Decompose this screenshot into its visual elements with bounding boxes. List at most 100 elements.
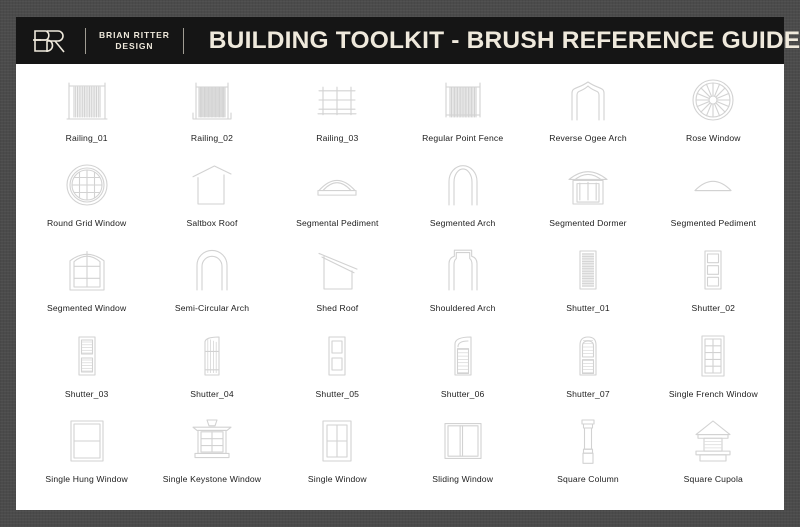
brush-item-label: Single Window bbox=[307, 473, 367, 484]
segmented-window-icon bbox=[24, 244, 149, 296]
segmental-pediment-icon bbox=[275, 159, 400, 211]
brush-item[interactable]: Shutter_02 bbox=[651, 244, 776, 329]
brush-item[interactable]: Shutter_01 bbox=[525, 244, 650, 329]
brush-item[interactable]: Segmented Pediment bbox=[651, 159, 776, 244]
header-divider-right bbox=[182, 27, 184, 54]
shutter-04-icon bbox=[149, 330, 274, 382]
segmented-dormer-icon bbox=[525, 159, 650, 211]
shutter-02-icon bbox=[651, 244, 776, 296]
brush-item[interactable]: Square Column bbox=[525, 415, 650, 500]
brush-item-label: Segmented Pediment bbox=[670, 218, 756, 229]
brush-item-label: Railing_02 bbox=[190, 133, 234, 143]
brush-item[interactable]: Shutter_03 bbox=[24, 330, 149, 415]
brush-item-label: Round Grid Window bbox=[46, 218, 127, 229]
single-french-window-icon bbox=[651, 330, 776, 382]
header-divider-left bbox=[85, 27, 86, 54]
brush-item[interactable]: Saltbox Roof bbox=[149, 159, 274, 244]
brush-item-label: Shutter_01 bbox=[566, 303, 610, 314]
brand-line-1: BRIAN RITTER bbox=[99, 29, 170, 40]
brush-item[interactable]: Shouldered Arch bbox=[400, 244, 525, 329]
brush-item[interactable]: Sliding Window bbox=[400, 415, 525, 500]
regular-point-fence-icon bbox=[400, 74, 525, 126]
brush-item-label: Sliding Window bbox=[432, 473, 494, 484]
single-hung-window-icon bbox=[24, 415, 149, 467]
shutter-03-icon bbox=[24, 330, 149, 382]
brush-item[interactable]: Shed Roof bbox=[275, 244, 400, 329]
brush-item-label: Railing_03 bbox=[316, 133, 359, 143]
brush-item[interactable]: Regular Point Fence bbox=[400, 74, 525, 159]
brush-item[interactable]: Segmented Dormer bbox=[525, 159, 650, 244]
brand-name: BRIAN RITTER DESIGN bbox=[99, 30, 170, 52]
brush-item[interactable]: Shutter_05 bbox=[275, 330, 400, 415]
brush-item[interactable]: Railing_03 bbox=[275, 74, 400, 159]
brush-item[interactable]: Shutter_06 bbox=[400, 330, 525, 415]
brush-item-label: Saltbox Roof bbox=[186, 218, 238, 229]
shed-roof-icon bbox=[275, 244, 400, 296]
brush-item[interactable]: Single Hung Window bbox=[24, 415, 149, 500]
header-bar: BRIAN RITTER DESIGN BUILDING TOOLKIT - B… bbox=[16, 17, 800, 64]
brush-item[interactable]: Single Keystone Window bbox=[149, 415, 274, 500]
brush-item-label: Shutter_07 bbox=[566, 388, 610, 399]
brush-item[interactable]: Railing_01 bbox=[24, 74, 149, 159]
shutter-01-icon bbox=[525, 244, 650, 296]
brush-item[interactable]: Single French Window bbox=[651, 330, 776, 415]
single-window-icon bbox=[275, 415, 400, 467]
brush-item-label: Single French Window bbox=[668, 388, 758, 399]
brush-item[interactable]: Shutter_07 bbox=[525, 330, 650, 415]
brush-item-label: Shutter_04 bbox=[190, 388, 234, 399]
brush-item-label: Shutter_05 bbox=[315, 388, 360, 399]
square-column-icon bbox=[525, 415, 650, 467]
brush-grid: Railing_01 Railing_02 Railing_03 Regular… bbox=[16, 64, 784, 500]
brush-item-label: Reverse Ogee Arch bbox=[549, 133, 627, 143]
brush-item[interactable]: Reverse Ogee Arch bbox=[525, 74, 650, 159]
brush-item-label: Segmented Window bbox=[47, 303, 127, 314]
brush-item-label: Segmented Dormer bbox=[549, 218, 627, 229]
railing-03-icon bbox=[275, 74, 400, 126]
brush-item-label: Railing_01 bbox=[65, 133, 108, 143]
square-cupola-icon bbox=[651, 415, 776, 467]
rose-window-icon bbox=[651, 74, 776, 126]
brush-item-label: Single Keystone Window bbox=[162, 473, 262, 484]
single-keystone-window-icon bbox=[149, 415, 274, 467]
brush-item[interactable]: Segmented Window bbox=[24, 244, 149, 329]
brush-item-label: Shutter_03 bbox=[64, 388, 109, 399]
brush-item-label: Shutter_06 bbox=[440, 388, 485, 399]
segmented-pediment-icon bbox=[651, 159, 776, 211]
brush-item[interactable]: Semi-Circular Arch bbox=[149, 244, 274, 329]
saltbox-roof-icon bbox=[149, 159, 274, 211]
brush-item[interactable]: Railing_02 bbox=[149, 74, 274, 159]
page-title: BUILDING TOOLKIT - BRUSH REFERENCE GUIDE bbox=[208, 26, 800, 54]
brand-line-2: DESIGN bbox=[115, 40, 154, 51]
segmented-arch-icon bbox=[400, 159, 525, 211]
brush-item-label: Square Cupola bbox=[683, 473, 743, 484]
brush-item[interactable]: Single Window bbox=[275, 415, 400, 500]
brush-item-label: Segmental Pediment bbox=[296, 218, 379, 229]
brian-ritter-design-monogram-icon bbox=[30, 24, 72, 58]
shutter-07-icon bbox=[525, 330, 650, 382]
shutter-06-icon bbox=[400, 330, 525, 382]
railing-01-icon bbox=[24, 74, 149, 126]
brush-item-label: Regular Point Fence bbox=[422, 133, 504, 143]
brush-item-label: Rose Window bbox=[685, 133, 741, 143]
railing-02-icon bbox=[149, 74, 274, 126]
reverse-ogee-arch-icon bbox=[525, 74, 650, 126]
brush-item[interactable]: Segmental Pediment bbox=[275, 159, 400, 244]
brush-item-label: Shutter_02 bbox=[691, 303, 736, 314]
brush-item-label: Square Column bbox=[557, 473, 619, 484]
brush-item[interactable]: Rose Window bbox=[651, 74, 776, 159]
brush-item[interactable]: Segmented Arch bbox=[400, 159, 525, 244]
shouldered-arch-icon bbox=[400, 244, 525, 296]
brush-item[interactable]: Square Cupola bbox=[651, 415, 776, 500]
brush-item-label: Semi-Circular Arch bbox=[174, 303, 250, 314]
brush-item-label: Single Hung Window bbox=[45, 473, 128, 484]
brush-item-label: Segmented Arch bbox=[429, 218, 496, 229]
shutter-05-icon bbox=[275, 330, 400, 382]
brush-item-label: Shouldered Arch bbox=[429, 303, 496, 314]
brush-item[interactable]: Round Grid Window bbox=[24, 159, 149, 244]
brush-item[interactable]: Shutter_04 bbox=[149, 330, 274, 415]
brush-item-label: Shed Roof bbox=[316, 303, 359, 314]
sliding-window-icon bbox=[400, 415, 525, 467]
round-grid-window-icon bbox=[24, 159, 149, 211]
semi-circular-arch-icon bbox=[149, 244, 274, 296]
reference-sheet: BRIAN RITTER DESIGN BUILDING TOOLKIT - B… bbox=[16, 17, 800, 510]
